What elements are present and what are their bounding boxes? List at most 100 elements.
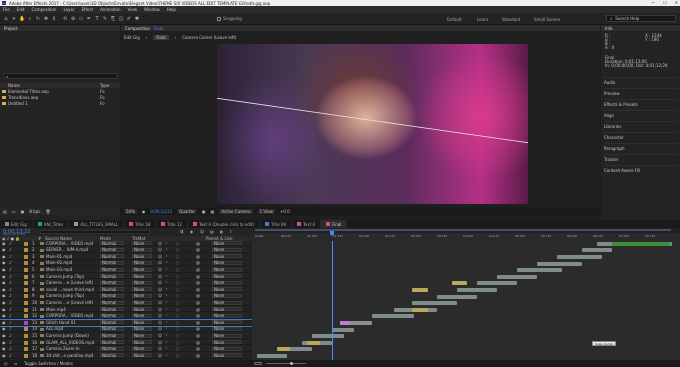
audio-icon[interactable]: ♪ (9, 307, 12, 312)
panel-tracker[interactable]: Tracker (604, 154, 678, 162)
brush-tool-icon[interactable]: ✎ (102, 16, 108, 22)
project-search-field[interactable]: ⌕ (3, 73, 117, 79)
layer-row[interactable]: ◉ ♪ 12 CORPORA... VIDEO.mp4 Normal None ☺ ⁄ ◌ @ No… (0, 313, 252, 319)
layer-duration-bar[interactable] (437, 294, 477, 299)
label-color-swatch[interactable] (24, 340, 28, 345)
fx-switch-icon[interactable]: ⁄ (166, 254, 167, 259)
zoom-out-icon[interactable] (254, 362, 262, 365)
trash-icon[interactable]: 🗑 (45, 209, 50, 214)
layer-duration-bar[interactable] (537, 261, 582, 266)
workspace-small-screen[interactable]: Small Screen (534, 17, 560, 22)
hand-tool-icon[interactable]: ✋ (19, 16, 25, 22)
pickwhip-icon[interactable]: @ (196, 254, 200, 259)
anchor-tool-icon[interactable]: ⊕ (70, 16, 76, 22)
pickwhip-icon[interactable]: @ (196, 274, 200, 279)
menu-window[interactable]: Window (144, 7, 160, 12)
layer-trkmat[interactable]: None (134, 300, 144, 305)
motion-blur-switch-icon[interactable]: ◌ (176, 280, 180, 285)
render-time-icon[interactable]: ◷ (4, 361, 8, 366)
time-ruler[interactable]: 0;00s 00;15f 01;00f 01;15f 02;00f 02;15f 03;00… (252, 228, 680, 241)
workspace-default[interactable]: Default (447, 17, 462, 22)
composition-preview-image[interactable] (217, 44, 528, 204)
pickwhip-icon[interactable]: @ (196, 247, 200, 252)
panel-content-aware-fill[interactable]: Content-Aware Fill (604, 165, 678, 173)
motion-blur-icon[interactable]: ◐ (220, 229, 224, 234)
label-color-swatch[interactable] (24, 261, 28, 266)
shy-switch-icon[interactable]: ☺ (158, 353, 162, 358)
layer-source-name[interactable]: Main-02.mp4 (46, 260, 98, 265)
layer-duration-bar[interactable] (412, 288, 428, 292)
shy-switch-icon[interactable]: ☺ (158, 293, 162, 298)
type-column-header[interactable]: Type (100, 83, 109, 88)
pen-tool-icon[interactable]: ✒ (86, 16, 92, 22)
panel-character[interactable]: Character (604, 132, 678, 140)
layer-duration-bar[interactable] (372, 314, 414, 319)
layer-source-name[interactable]: GLAM_ALL_VIDEOS.mp4 (46, 340, 98, 345)
motion-blur-switch-icon[interactable]: ◌ (176, 353, 180, 358)
menu-view[interactable]: View (128, 7, 138, 12)
minimize-button[interactable]: — (651, 0, 655, 5)
motion-blur-switch-icon[interactable]: ◌ (176, 346, 180, 351)
new-folder-icon[interactable]: ▭ (12, 209, 16, 214)
name-column-header[interactable]: Name (8, 83, 20, 88)
type-tool-icon[interactable]: T (94, 16, 100, 22)
eye-icon[interactable]: ◉ (2, 320, 6, 325)
pickwhip-icon[interactable]: @ (196, 340, 200, 345)
pickwhip-icon[interactable]: @ (196, 320, 200, 325)
layer-trkmat[interactable]: None (134, 287, 144, 292)
panel-preview[interactable]: Preview (604, 88, 678, 96)
fx-switch-icon[interactable]: ⁄ (166, 320, 167, 325)
layer-mode[interactable]: Normal (102, 307, 116, 312)
layer-row[interactable]: ◉ ♪ 10 Camera ...e (Leave left) Normal None ☺ ⁄… (0, 300, 252, 306)
pan-tool-icon[interactable]: ✥ (43, 16, 49, 22)
fx-switch-icon[interactable]: ⁄ (166, 274, 167, 279)
timeline-tab[interactable]: Title 18 (124, 220, 157, 228)
fx-switch-icon[interactable]: ⁄ (166, 280, 167, 285)
camera-view-dropdown[interactable]: Active Camera (219, 208, 253, 214)
layer-parent[interactable]: None (214, 340, 224, 345)
shy-switch-icon[interactable]: ☺ (158, 247, 162, 252)
graph-editor-icon[interactable]: ⌇ (230, 229, 232, 234)
view-layout-dropdown[interactable]: 1 View (257, 208, 275, 214)
layer-parent[interactable]: None (214, 267, 224, 272)
layer-duration-bar[interactable] (412, 307, 428, 312)
region-icon[interactable]: ▣ (202, 209, 206, 214)
pickwhip-icon[interactable]: @ (196, 260, 200, 265)
motion-blur-switch-icon[interactable]: ◌ (176, 267, 180, 272)
layer-mode[interactable]: Normal (102, 241, 116, 246)
current-time[interactable]: 0;00;13;22 (150, 209, 172, 214)
motion-blur-switch-icon[interactable]: ◌ (176, 254, 180, 259)
layer-row[interactable]: ◉ ♪ 18 3d shit...e parallax.mp4 Normal None ☺ ⁄… (0, 353, 252, 359)
shy-switch-icon[interactable]: ☺ (158, 254, 162, 259)
layer-parent[interactable]: None (214, 326, 224, 331)
audio-icon[interactable]: ♪ (9, 326, 12, 331)
layer-mode[interactable]: Normal (102, 247, 116, 252)
layer-source-name[interactable]: Main-01.mp4 (46, 254, 98, 259)
label-color-swatch[interactable] (24, 320, 28, 325)
layer-trkmat[interactable]: None (134, 307, 144, 312)
exposure-value[interactable]: +0.0 (280, 209, 290, 214)
eye-icon[interactable]: ◉ (2, 287, 6, 292)
label-color-swatch[interactable] (24, 314, 28, 319)
layer-source-name[interactable]: Camera Jump (Top) (46, 293, 98, 298)
layer-row[interactable]: ◉ ♪ 2 SERVER... IUM-4.mp4 Normal None ☺ ⁄ ◌ @ None (0, 247, 252, 253)
maximize-button[interactable]: ☐ (663, 0, 667, 5)
audio-icon[interactable]: ♪ (9, 300, 12, 305)
motion-blur-switch-icon[interactable]: ◌ (176, 247, 180, 252)
layer-trkmat[interactable]: None (134, 320, 144, 325)
audio-icon[interactable]: ♪ (9, 280, 12, 285)
layer-trkmat[interactable]: None (134, 333, 144, 338)
pickwhip-icon[interactable]: @ (196, 326, 200, 331)
layer-row[interactable]: ◉ ♪ 5 Main-03.mp4 Normal None ☺ ⁄ ◌ @ None (0, 267, 252, 273)
label-color-swatch[interactable] (24, 307, 28, 312)
layer-trkmat[interactable]: None (134, 280, 144, 285)
audio-icon[interactable]: ♪ (9, 333, 12, 338)
layer-duration-bar[interactable] (477, 281, 517, 286)
zoom-slider-thumb[interactable] (290, 362, 293, 365)
layer-row[interactable]: ◉ ♪ 14 ALL.mp4 Normal None ☺ ⁄ ◌ @ None (0, 326, 252, 333)
interpret-footage-icon[interactable]: ▤ (3, 209, 7, 214)
motion-blur-switch-icon[interactable]: ◌ (176, 313, 180, 318)
shy-switch-icon[interactable]: ☺ (158, 280, 162, 285)
motion-blur-switch-icon[interactable]: ◌ (176, 320, 180, 325)
audio-icon[interactable]: ♪ (9, 254, 12, 259)
